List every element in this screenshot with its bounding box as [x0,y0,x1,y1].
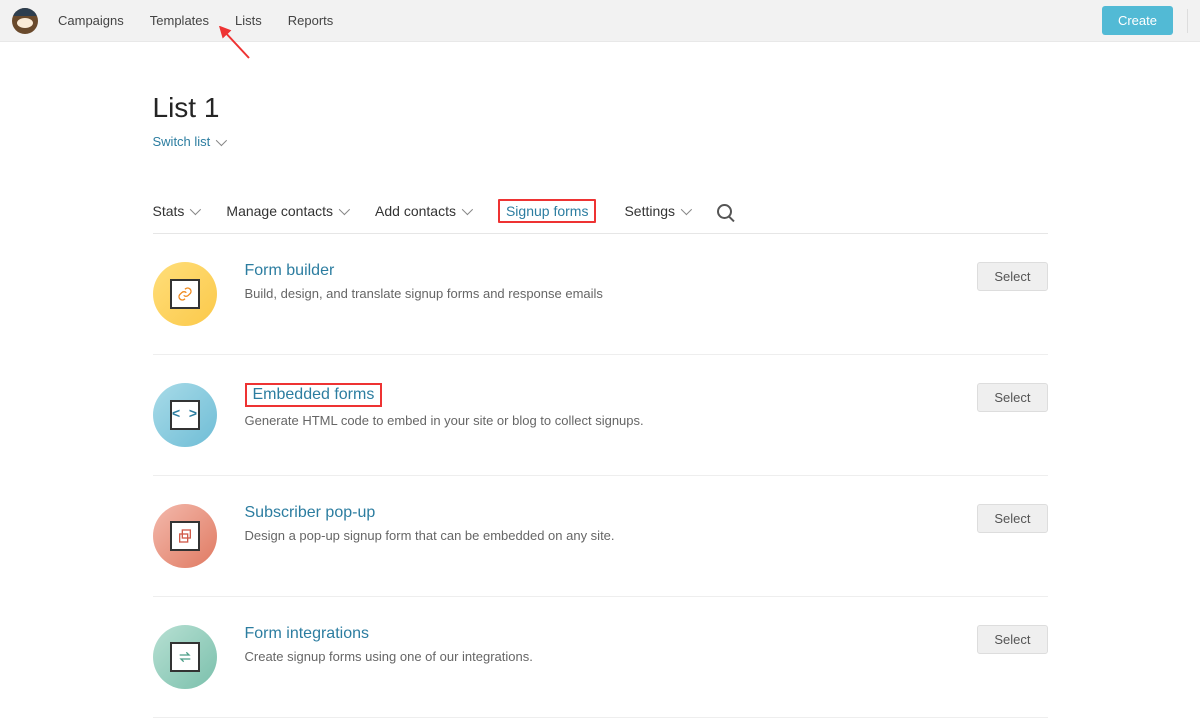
select-button[interactable]: Select [977,625,1047,654]
logo-icon[interactable] [12,8,38,34]
form-integrations-link[interactable]: Form integrations [245,625,370,643]
chevron-down-icon [339,204,350,215]
list-item: Form builder Build, design, and translat… [153,234,1048,355]
subscriber-popup-icon [153,504,217,568]
chevron-down-icon [681,204,692,215]
form-builder-icon [153,262,217,326]
main-content: List 1 Switch list Stats Manage contacts… [153,92,1048,718]
top-bar: Campaigns Templates Lists Reports Create [0,0,1200,42]
form-integrations-icon [153,625,217,689]
form-builder-link[interactable]: Form builder [245,262,335,280]
tab-settings-label: Settings [624,203,675,219]
select-button[interactable]: Select [977,504,1047,533]
embedded-forms-desc: Generate HTML code to embed in your site… [245,413,950,428]
subscriber-popup-desc: Design a pop-up signup form that can be … [245,528,950,543]
tab-settings[interactable]: Settings [624,203,689,219]
page-title: List 1 [153,92,1048,124]
select-button[interactable]: Select [977,262,1047,291]
tab-stats-label: Stats [153,203,185,219]
nav-campaigns[interactable]: Campaigns [58,13,124,28]
nav-reports[interactable]: Reports [288,13,334,28]
tab-stats[interactable]: Stats [153,203,199,219]
nav-templates[interactable]: Templates [150,13,209,28]
list-item: < > Embedded forms Generate HTML code to… [153,355,1048,476]
tab-manage-label: Manage contacts [226,203,333,219]
tab-manage-contacts[interactable]: Manage contacts [226,203,347,219]
switch-list-label: Switch list [153,134,211,149]
divider [1187,9,1188,33]
embedded-forms-link[interactable]: Embedded forms [245,383,383,407]
create-button[interactable]: Create [1102,6,1173,35]
list-item: Form integrations Create signup forms us… [153,597,1048,718]
form-integrations-desc: Create signup forms using one of our int… [245,649,950,664]
chevron-down-icon [190,204,201,215]
chevron-down-icon [462,204,473,215]
subscriber-popup-link[interactable]: Subscriber pop-up [245,504,376,522]
chevron-down-icon [216,134,227,145]
tab-add-label: Add contacts [375,203,456,219]
tab-signup-forms[interactable]: Signup forms [498,199,596,223]
tab-bar: Stats Manage contacts Add contacts Signu… [153,199,1048,234]
tab-add-contacts[interactable]: Add contacts [375,203,470,219]
search-icon[interactable] [717,204,732,219]
embedded-forms-icon: < > [153,383,217,447]
main-nav: Campaigns Templates Lists Reports [58,13,333,28]
nav-lists[interactable]: Lists [235,13,262,28]
select-button[interactable]: Select [977,383,1047,412]
list-item: Subscriber pop-up Design a pop-up signup… [153,476,1048,597]
form-builder-desc: Build, design, and translate signup form… [245,286,950,301]
switch-list-link[interactable]: Switch list [153,134,225,149]
